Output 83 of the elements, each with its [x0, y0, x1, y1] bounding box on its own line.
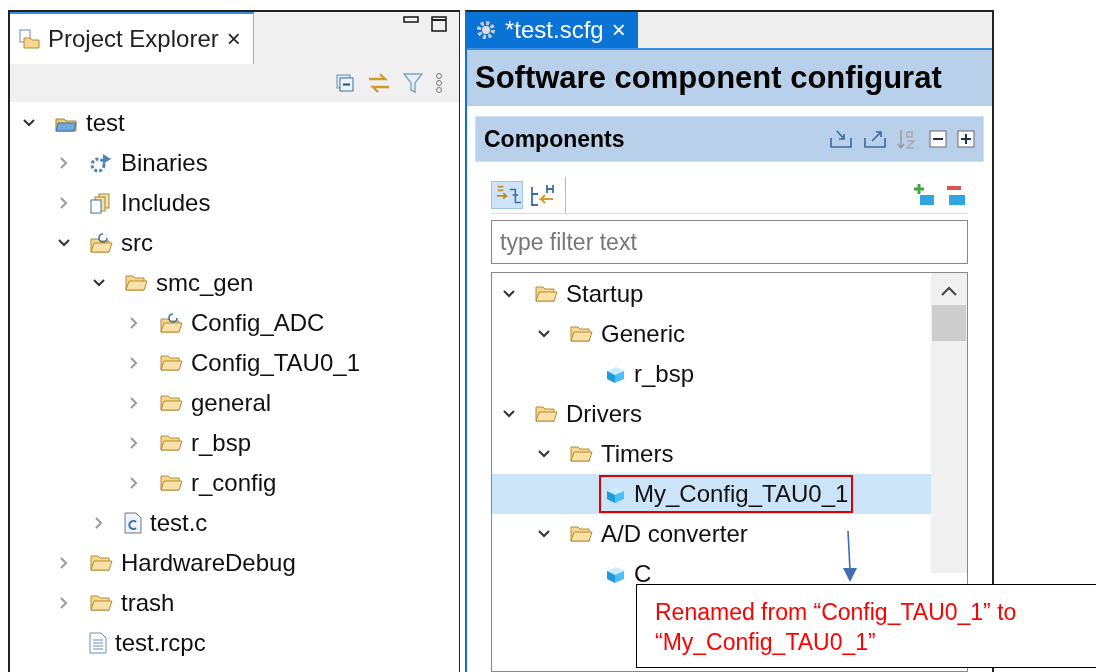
tree-item[interactable]: Includes — [89, 185, 215, 221]
import-icon[interactable] — [829, 129, 853, 149]
tree-item[interactable]: HardwareDebug — [89, 545, 300, 581]
editor-title: Software component configurat — [475, 58, 942, 97]
folder-icon — [159, 393, 183, 413]
text-file-icon — [89, 632, 107, 654]
close-icon[interactable]: × — [226, 27, 241, 51]
folder-icon — [124, 273, 148, 293]
collapsed-chevron-icon[interactable] — [129, 356, 139, 370]
folder-icon — [159, 353, 183, 373]
tree-item[interactable]: Generic — [569, 316, 690, 352]
folder-icon — [159, 433, 183, 453]
expanded-chevron-icon[interactable] — [502, 409, 516, 419]
tab-label: *test.scfg — [505, 15, 604, 45]
section-title: Components — [484, 124, 625, 154]
expanded-chevron-icon[interactable] — [57, 238, 71, 248]
binary-gear-icon — [89, 152, 113, 174]
close-icon[interactable]: × — [611, 18, 626, 42]
folder-icon — [569, 524, 593, 544]
filter-field[interactable]: type filter text — [491, 220, 968, 264]
scroll-up-icon[interactable] — [940, 285, 958, 297]
tree-item[interactable]: r_config — [159, 465, 281, 501]
tree-item[interactable]: r_bsp — [159, 425, 256, 461]
tree-item[interactable]: A/D converter — [569, 516, 752, 552]
collapsed-chevron-icon[interactable] — [129, 316, 139, 330]
expanded-chevron-icon[interactable] — [22, 118, 36, 128]
source-folder-icon — [89, 232, 113, 254]
link-arrows-icon[interactable] — [367, 72, 391, 94]
tree-item[interactable]: Timers — [569, 436, 678, 472]
collapsed-chevron-icon[interactable] — [129, 436, 139, 450]
minimize-icon[interactable] — [403, 16, 419, 26]
filter-icon[interactable] — [403, 72, 423, 94]
export-icon[interactable] — [863, 129, 887, 149]
tree-item[interactable]: test.c — [124, 505, 212, 541]
collapsed-chevron-icon[interactable] — [129, 476, 139, 490]
tree-item[interactable]: smc_gen — [124, 265, 258, 301]
scroll-thumb[interactable] — [932, 305, 966, 341]
collapsed-chevron-icon[interactable] — [59, 596, 69, 610]
tree-item[interactable]: test.rcpc — [89, 625, 210, 661]
explorer-folder-icon — [18, 28, 40, 50]
c-file-icon — [124, 512, 142, 534]
maximize-icon[interactable] — [431, 16, 447, 32]
folder-icon — [569, 444, 593, 464]
tree-item[interactable]: Drivers — [534, 396, 646, 432]
tree-item[interactable]: Startup — [534, 276, 648, 312]
tree-item[interactable]: trash — [89, 585, 179, 621]
expanded-chevron-icon[interactable] — [537, 529, 551, 539]
folder-icon — [569, 324, 593, 344]
expand-icon[interactable] — [957, 130, 975, 148]
source-folder-icon — [159, 312, 183, 334]
collapsed-chevron-icon[interactable] — [59, 156, 69, 170]
expanded-chevron-icon[interactable] — [502, 289, 516, 299]
folder-icon — [89, 553, 113, 573]
expanded-chevron-icon[interactable] — [92, 278, 106, 288]
collapsed-chevron-icon[interactable] — [59, 556, 69, 570]
expanded-chevron-icon[interactable] — [537, 329, 551, 339]
source-view-icon[interactable] — [491, 180, 523, 209]
collapse-all-icon[interactable] — [335, 73, 355, 93]
collapsed-chevron-icon[interactable] — [59, 196, 69, 210]
more-options-icon[interactable] — [435, 72, 443, 94]
scrollbar[interactable] — [931, 273, 967, 573]
collapsed-chevron-icon[interactable] — [94, 516, 104, 530]
tree-item[interactable]: general — [159, 385, 276, 421]
stacked-pages-icon — [89, 192, 113, 214]
gear-icon — [475, 19, 497, 41]
expanded-chevron-icon[interactable] — [537, 449, 551, 459]
tab-label: Project Explorer — [48, 24, 219, 54]
folder-icon — [89, 593, 113, 613]
add-component-icon[interactable] — [912, 182, 936, 207]
annotation-callout: Renamed from “Config_TAU0_1” to “My_Config_TAU0_1” — [636, 584, 1096, 668]
folder-icon — [534, 404, 558, 424]
folder-icon — [159, 473, 183, 493]
project-explorer-tab[interactable]: Project Explorer × — [10, 12, 254, 64]
collapsed-chevron-icon[interactable] — [129, 396, 139, 410]
collapse-icon[interactable] — [929, 130, 947, 148]
folder-icon — [534, 284, 558, 304]
test-scfg-tab[interactable]: *test.scfg × — [467, 12, 638, 48]
tree-item[interactable]: Config_TAU0_1 — [159, 345, 364, 381]
tree-item[interactable]: Config_ADC — [159, 305, 329, 341]
tree-item[interactable]: test — [54, 105, 129, 141]
tree-item[interactable]: Binaries — [89, 145, 212, 181]
tree-item[interactable]: r_bsp — [604, 356, 699, 392]
tree-item[interactable]: src — [89, 225, 157, 261]
